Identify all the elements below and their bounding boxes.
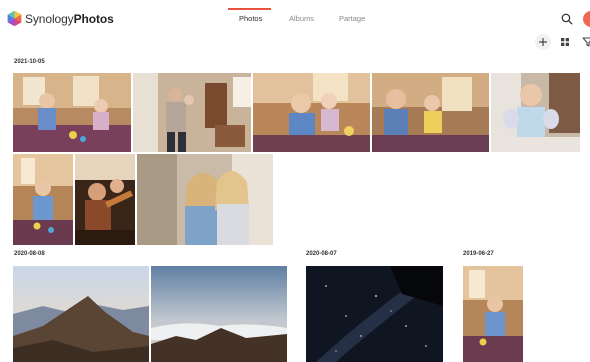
photo-thumbnail[interactable] [13, 154, 73, 245]
photo-thumbnail[interactable] [253, 73, 370, 152]
synology-photos-logo-icon [7, 10, 22, 27]
photo-thumbnail[interactable] [13, 73, 131, 152]
photo-thumbnail[interactable] [133, 73, 251, 152]
photo-thumbnail[interactable] [491, 73, 580, 152]
add-button[interactable] [535, 34, 551, 50]
photo-thumbnail[interactable] [463, 266, 523, 362]
photo-thumbnail[interactable] [13, 266, 149, 362]
brand-name-photos: Photos [73, 12, 114, 26]
tab-partage[interactable]: Partage [339, 14, 365, 23]
section-date: 2020-08-07 [306, 251, 337, 257]
active-tab-indicator [228, 8, 271, 10]
filter-icon [582, 37, 590, 47]
plus-icon [539, 38, 547, 46]
brand-name-synology: Synology [25, 12, 74, 26]
photo-thumbnail[interactable] [75, 154, 135, 245]
section-date: 2021-10-05 [14, 59, 45, 65]
section-date: 2019-06-27 [463, 251, 494, 257]
photo-thumbnail[interactable] [151, 266, 287, 362]
grid-view-icon [561, 38, 569, 46]
app-brand[interactable]: SynologyPhotos [25, 12, 114, 26]
section-date: 2020-08-08 [14, 251, 45, 257]
top-bar: SynologyPhotos Photos Albums Partage [0, 0, 590, 38]
tab-albums[interactable]: Albums [289, 14, 314, 23]
filter-button[interactable] [580, 34, 590, 50]
tab-photos[interactable]: Photos [239, 14, 262, 23]
photo-thumbnail[interactable] [306, 266, 443, 362]
photo-thumbnail[interactable] [137, 154, 273, 245]
avatar[interactable] [583, 11, 590, 27]
photo-thumbnail[interactable] [372, 73, 489, 152]
search-icon[interactable] [560, 12, 574, 26]
view-mode-button[interactable] [557, 34, 573, 50]
